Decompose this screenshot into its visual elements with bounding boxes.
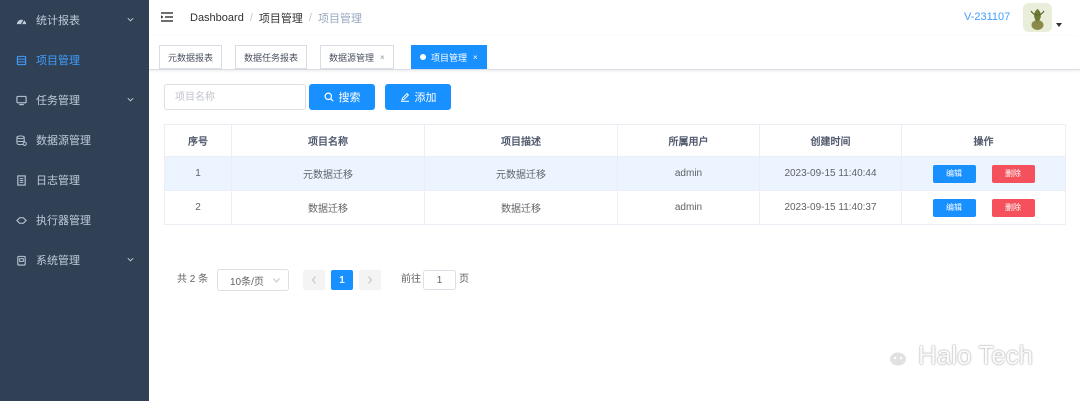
search-button[interactable]: 搜索 (309, 84, 375, 110)
cell-user: admin (617, 190, 760, 225)
sidebar-item-log[interactable]: 日志管理 (0, 160, 149, 200)
cell-name: 数据迁移 (231, 190, 425, 225)
sidebar-item-label: 项目管理 (36, 55, 80, 67)
cell-actions: 编辑 删除 (901, 190, 1066, 225)
sidebar-item-stats[interactable]: 统计报表 (0, 0, 149, 40)
dashboard-icon (14, 13, 28, 27)
delete-button[interactable]: 删除 (991, 198, 1035, 217)
app-root: 统计报表 项目管理 任务管理 数据源管理 日志管理 执行器管理 系统管理 Das… (0, 0, 1080, 401)
sidebar-item-label: 系统管理 (36, 255, 80, 267)
version-label: V-231107 (964, 11, 1011, 23)
tag-metadata-report[interactable]: 元数据报表 (159, 45, 223, 69)
column-header: 所属用户 (617, 124, 760, 157)
sidebar-item-project[interactable]: 项目管理 (0, 40, 149, 80)
wechat-icon (877, 342, 908, 368)
tag-label: 项目管理 (431, 52, 468, 63)
chevron-down-icon (127, 97, 134, 102)
page-size-value: 10条/页 (230, 276, 264, 288)
breadcrumb-separator: / (308, 12, 312, 24)
tag-label: 数据任务报表 (244, 52, 299, 63)
watermark: Halo Tech (876, 338, 1033, 372)
close-icon[interactable]: × (380, 53, 385, 62)
watermark-text: Halo Tech (918, 339, 1034, 370)
breadcrumb-item-dashboard[interactable]: Dashboard (190, 12, 244, 24)
delete-button[interactable]: 删除 (991, 164, 1035, 183)
chevron-right-icon (368, 276, 373, 284)
navbar: Dashboard / 项目管理 / 项目管理 V-231107 (149, 0, 1080, 36)
project-name-input[interactable] (164, 84, 306, 110)
table-header-row: 序号 项目名称 项目描述 所属用户 创建时间 操作 (164, 124, 1066, 157)
goto-label: 前往 (401, 274, 421, 285)
pagination-total: 共 2 条 (177, 274, 209, 285)
page-number[interactable]: 1 (331, 270, 353, 290)
log-icon (14, 173, 28, 187)
sidebar-item-label: 任务管理 (36, 95, 80, 107)
chevron-left-icon (311, 276, 316, 284)
sidebar: 统计报表 项目管理 任务管理 数据源管理 日志管理 执行器管理 系统管理 (0, 0, 149, 401)
cell-desc: 数据迁移 (424, 190, 618, 225)
project-icon (14, 53, 28, 67)
hamburger-icon[interactable] (160, 10, 174, 24)
column-header: 项目描述 (424, 124, 618, 157)
cell-index: 2 (164, 190, 232, 225)
column-header: 创建时间 (759, 124, 902, 157)
breadcrumb-item-project[interactable]: 项目管理 (259, 10, 303, 26)
breadcrumb-separator: / (249, 12, 253, 24)
cell-name: 元数据迁移 (231, 156, 425, 191)
add-button[interactable]: 添加 (385, 84, 451, 110)
cell-user: admin (617, 156, 760, 191)
goto-page-input[interactable] (423, 270, 456, 290)
chevron-down-icon (127, 17, 134, 22)
breadcrumb: Dashboard / 项目管理 / 项目管理 (190, 10, 362, 26)
cell-created: 2023-09-15 11:40:44 (759, 156, 902, 191)
tag-label: 元数据报表 (168, 52, 214, 63)
chevron-down-icon (273, 278, 280, 283)
sidebar-item-system[interactable]: 系统管理 (0, 240, 149, 280)
sidebar-item-executor[interactable]: 执行器管理 (0, 200, 149, 240)
breadcrumb-item-current: 项目管理 (317, 13, 362, 25)
column-header: 序号 (164, 124, 232, 157)
chevron-down-icon (127, 257, 134, 262)
search-button-label: 搜索 (338, 92, 361, 104)
page-size-select[interactable]: 10条/页 (217, 269, 289, 291)
avatar-image (1023, 3, 1052, 32)
tag-project[interactable]: 项目管理 × (411, 45, 487, 69)
executor-icon (14, 213, 28, 227)
table-row[interactable]: 1 元数据迁移 元数据迁移 admin 2023-09-15 11:40:44 … (164, 156, 1066, 191)
cell-actions: 编辑 删除 (901, 156, 1066, 191)
edit-button[interactable]: 编辑 (932, 164, 976, 183)
sidebar-item-task[interactable]: 任务管理 (0, 80, 149, 120)
cell-index: 1 (164, 156, 232, 191)
sidebar-item-label: 统计报表 (36, 15, 80, 27)
prev-page-button[interactable] (303, 270, 325, 290)
tag-label: 数据源管理 (329, 52, 375, 63)
add-button-label: 添加 (414, 92, 437, 104)
search-icon (324, 92, 334, 102)
next-page-button[interactable] (359, 270, 381, 290)
sidebar-item-datasource[interactable]: 数据源管理 (0, 120, 149, 160)
tag-task-report[interactable]: 数据任务报表 (235, 45, 308, 69)
column-header: 操作 (901, 124, 1066, 157)
system-icon (14, 253, 28, 267)
edit-button[interactable]: 编辑 (932, 198, 976, 217)
avatar[interactable] (1023, 3, 1052, 32)
tags-view: 元数据报表 数据任务报表 数据源管理 × 项目管理 × (149, 36, 1080, 70)
tag-datasource[interactable]: 数据源管理 × (320, 45, 394, 69)
database-icon (14, 133, 28, 147)
column-header: 项目名称 (231, 124, 425, 157)
page-unit-label: 页 (459, 274, 469, 285)
sidebar-item-label: 数据源管理 (36, 135, 91, 147)
monitor-icon (14, 93, 28, 107)
edit-icon (400, 92, 409, 102)
sidebar-item-label: 执行器管理 (36, 215, 91, 227)
close-icon[interactable]: × (473, 53, 478, 62)
caret-down-icon[interactable] (1056, 22, 1062, 28)
cell-created: 2023-09-15 11:40:37 (759, 190, 902, 225)
active-dot-icon (420, 54, 426, 60)
sidebar-item-label: 日志管理 (36, 175, 80, 187)
cell-desc: 元数据迁移 (424, 156, 618, 191)
table-row[interactable]: 2 数据迁移 数据迁移 admin 2023-09-15 11:40:37 编辑… (164, 190, 1066, 225)
project-table: 序号 项目名称 项目描述 所属用户 创建时间 操作 1 元数据迁移 元数据迁移 … (164, 124, 1066, 225)
